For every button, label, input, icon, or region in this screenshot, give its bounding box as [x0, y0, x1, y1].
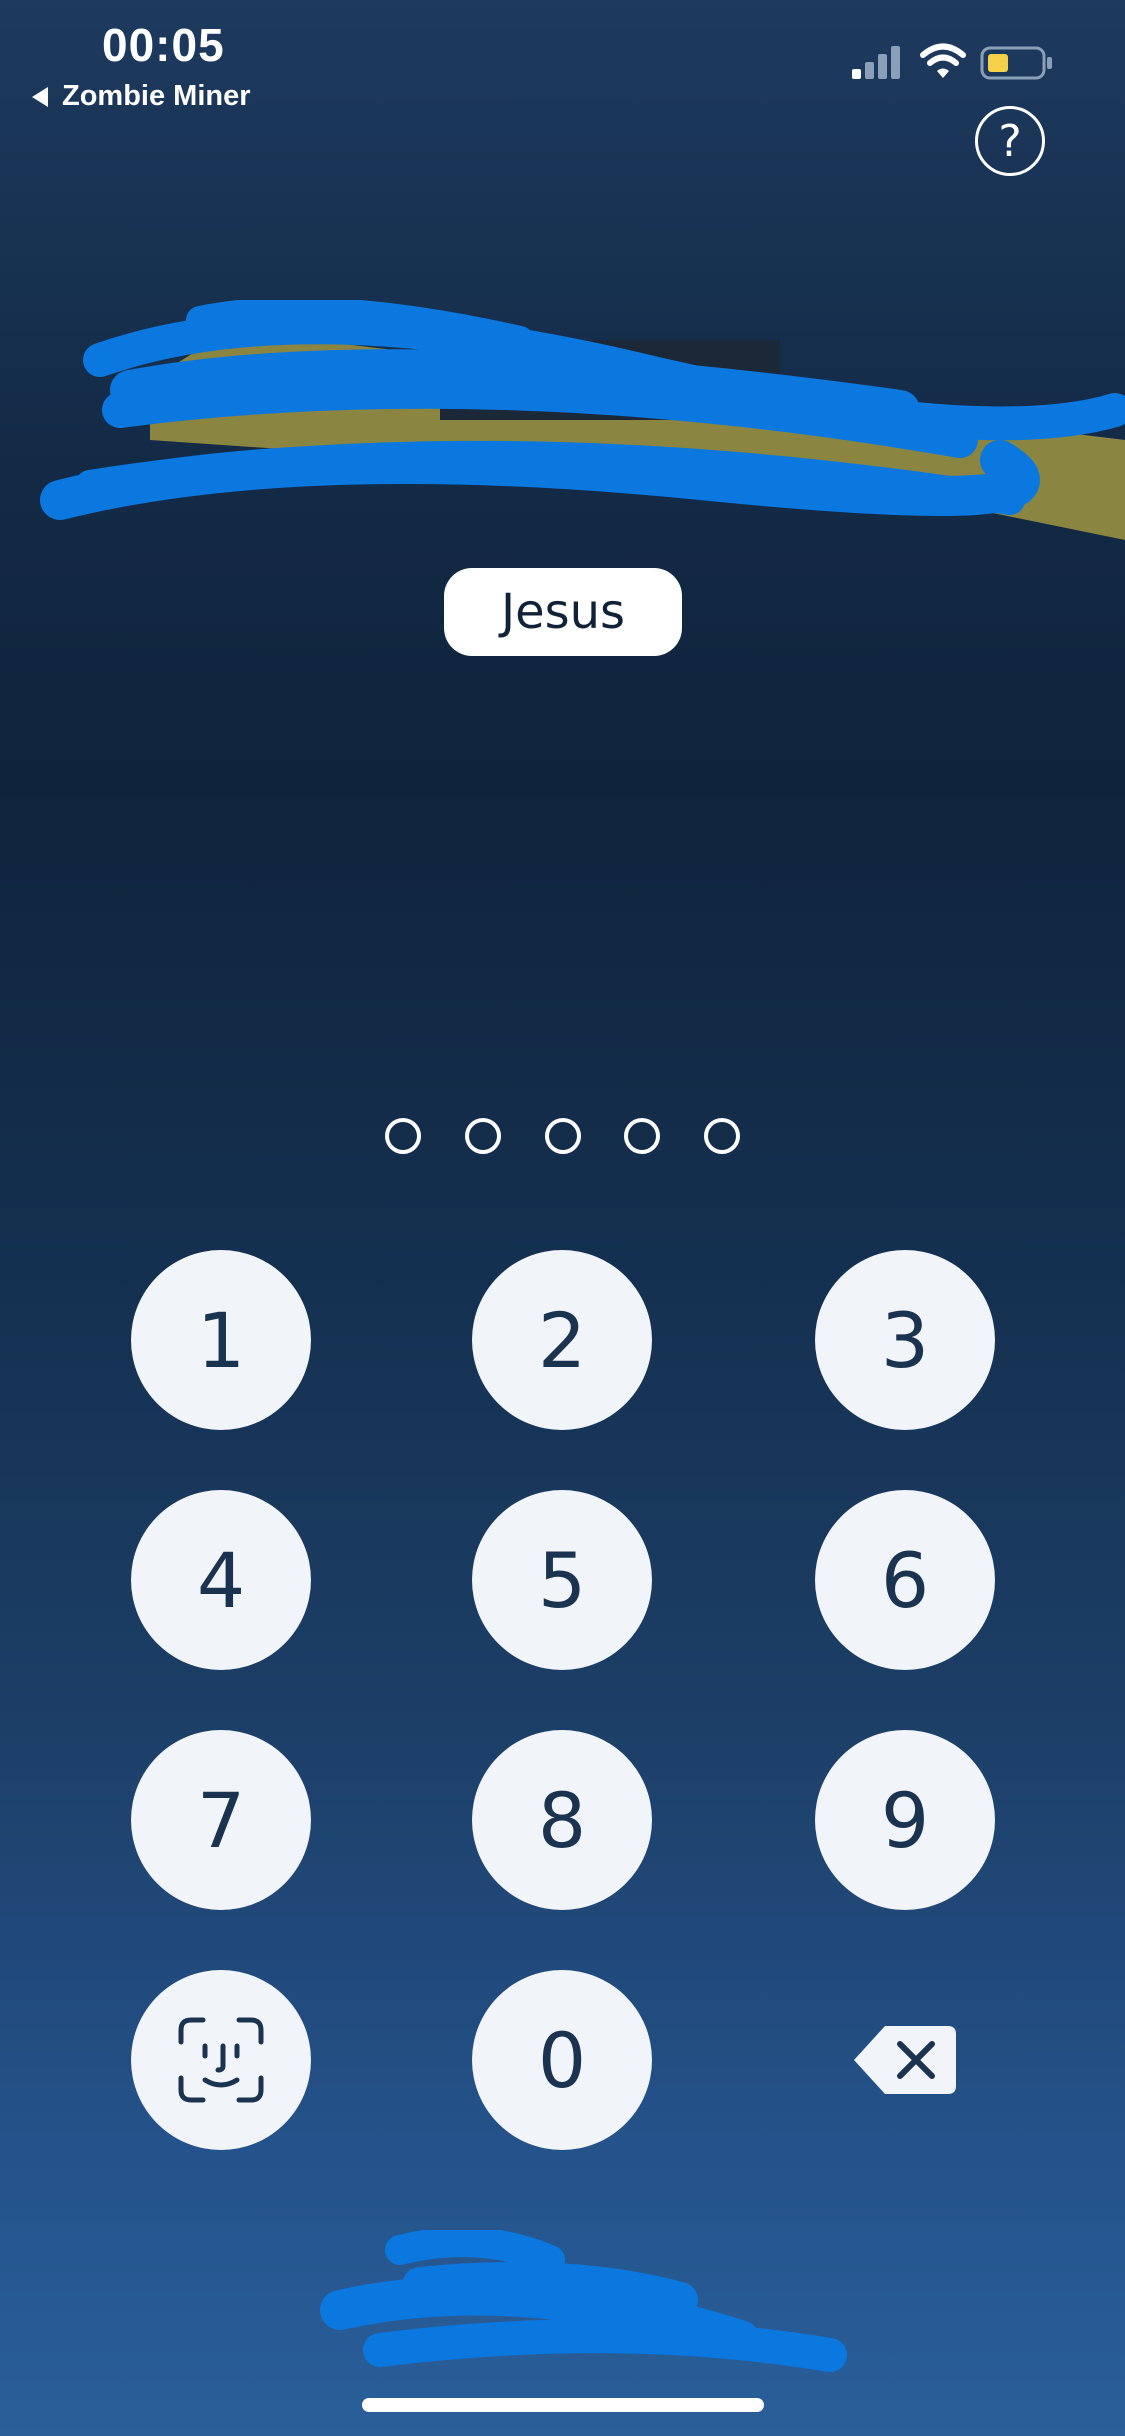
- keypad-key-8[interactable]: 8: [472, 1730, 652, 1910]
- redacted-bottom-scribble: [320, 2230, 847, 2372]
- redacted-header-scribble: [40, 300, 1125, 540]
- account-name-chip[interactable]: Jesus: [444, 568, 682, 656]
- wifi-icon: [920, 43, 966, 78]
- keypad-key-9[interactable]: 9: [815, 1730, 995, 1910]
- keypad-key-0[interactable]: 0: [472, 1970, 652, 2150]
- back-to-app-link[interactable]: Zombie Miner: [32, 80, 251, 113]
- help-button[interactable]: ?: [975, 106, 1045, 176]
- keypad-key-2[interactable]: 2: [472, 1250, 652, 1430]
- pin-dot: [704, 1118, 740, 1154]
- backspace-icon[interactable]: [850, 2020, 960, 2100]
- pin-dot: [385, 1118, 421, 1154]
- pin-dot: [624, 1118, 661, 1154]
- keypad-key-6[interactable]: 6: [815, 1490, 995, 1670]
- face-id-button[interactable]: [131, 1970, 311, 2150]
- pin-dot: [544, 1118, 581, 1154]
- back-triangle-icon: [32, 86, 48, 107]
- battery-icon: [980, 46, 1052, 80]
- pin-dot: [464, 1118, 501, 1154]
- back-app-label: Zombie Miner: [62, 80, 251, 112]
- keypad-key-4[interactable]: 4: [131, 1490, 311, 1670]
- keypad-key-5[interactable]: 5: [472, 1490, 652, 1670]
- status-time: 00:05: [102, 19, 225, 71]
- face-id-icon: [178, 2017, 264, 2103]
- keypad-key-1[interactable]: 1: [131, 1250, 311, 1430]
- question-icon: ?: [998, 115, 1022, 167]
- keypad-key-7[interactable]: 7: [131, 1730, 311, 1910]
- signal-icon: [852, 46, 900, 79]
- keypad-key-3[interactable]: 3: [815, 1250, 995, 1430]
- account-name-label: Jesus: [500, 584, 626, 640]
- home-indicator[interactable]: [362, 2398, 764, 2412]
- pin-indicator: [385, 1118, 740, 1160]
